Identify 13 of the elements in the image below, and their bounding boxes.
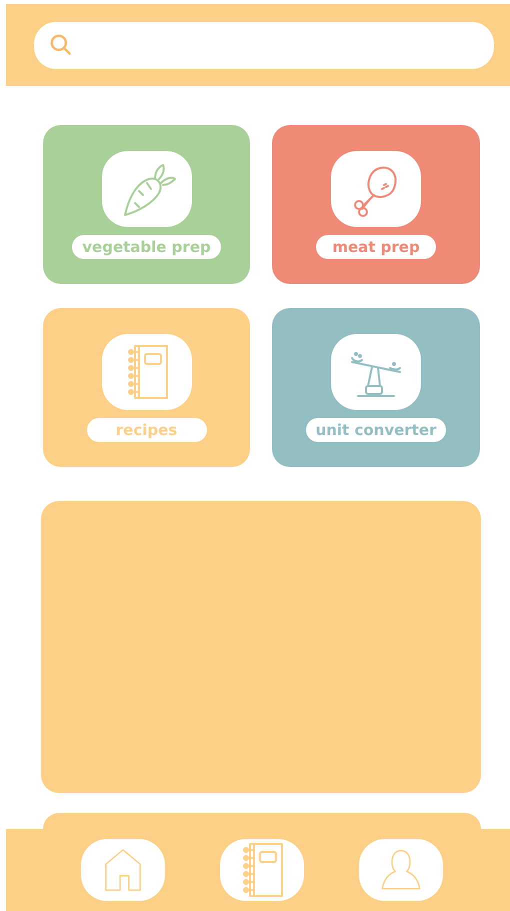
search-icon	[48, 32, 74, 58]
search-field[interactable]	[34, 22, 494, 68]
category-tile[interactable]: recipes	[43, 308, 250, 467]
category-label: unit converter	[306, 418, 446, 442]
category-tile[interactable]: unit converter	[272, 308, 480, 467]
category-tile[interactable]: meat prep	[272, 125, 480, 284]
category-label: vegetable prep	[72, 235, 221, 259]
category-label: meat prep	[316, 235, 436, 259]
nav-button[interactable]	[220, 839, 304, 901]
nav-button[interactable]	[358, 839, 443, 901]
category-label: recipes	[86, 418, 206, 442]
nav-button[interactable]	[81, 839, 166, 901]
category-tile[interactable]: vegetable prep	[43, 125, 250, 284]
